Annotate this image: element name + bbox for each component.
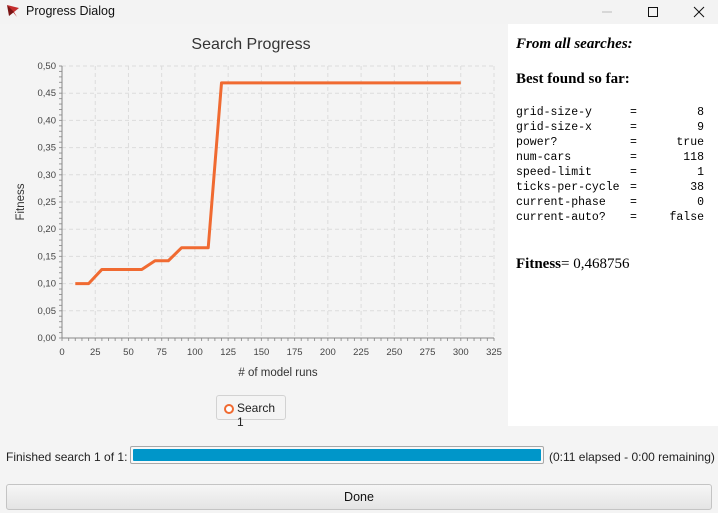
x-tick-label: 150 — [253, 347, 269, 358]
progress-fill — [133, 449, 541, 461]
parameter-list: grid-size-y = 8 grid-size-x = 9 power? = true num… — [516, 106, 704, 226]
close-icon — [693, 6, 705, 18]
done-button[interactable]: Done — [6, 484, 712, 510]
param-name: grid-size-x — [516, 121, 592, 134]
title-bar: Progress Dialog — [0, 0, 718, 24]
fitness-label: Fitness — [516, 256, 561, 272]
status-label: Finished search 1 of 1: — [6, 450, 128, 464]
param-row: ticks-per-cycle = 38 — [516, 181, 704, 196]
fitness-result: Fitness= 0,468756 — [516, 256, 629, 273]
param-equals: = — [630, 181, 637, 194]
param-equals: = — [630, 211, 637, 224]
param-value: false — [669, 211, 704, 224]
x-tick-label: 300 — [453, 347, 469, 358]
param-row: current-phase = 0 — [516, 196, 704, 211]
fitness-value: = 0,468756 — [561, 256, 630, 272]
param-row: power? = true — [516, 136, 704, 151]
param-row: grid-size-x = 9 — [516, 121, 704, 136]
param-value: 8 — [697, 106, 704, 119]
best-found-heading: Best found so far: — [516, 71, 630, 87]
window-title: Progress Dialog — [26, 4, 115, 18]
app-logo-icon — [7, 5, 19, 17]
param-row: grid-size-y = 8 — [516, 106, 704, 121]
y-tick-label: 0,40 — [38, 115, 57, 126]
param-equals: = — [630, 151, 637, 164]
param-row: speed-limit = 1 — [516, 166, 704, 181]
x-tick-label: 0 — [59, 347, 64, 358]
param-value: 9 — [697, 121, 704, 134]
minimize-icon — [602, 11, 612, 13]
x-tick-label: 75 — [156, 347, 167, 358]
param-equals: = — [630, 121, 637, 134]
y-tick-label: 0,50 — [38, 61, 57, 72]
legend-label: Search 1 — [237, 401, 276, 429]
results-heading: From all searches: — [516, 36, 633, 52]
param-equals: = — [630, 106, 637, 119]
x-tick-label: 325 — [486, 347, 502, 358]
param-name: power? — [516, 136, 558, 149]
results-panel: From all searches: Best found so far: gr… — [508, 24, 718, 426]
maximize-icon — [648, 7, 658, 17]
param-equals: = — [630, 136, 637, 149]
y-tick-label: 0,25 — [38, 197, 57, 208]
x-tick-label: 100 — [187, 347, 203, 358]
param-name: current-auto? — [516, 211, 606, 224]
y-tick-label: 0,35 — [38, 143, 57, 154]
elapsed-text: (0:11 elapsed - 0:00 remaining) — [549, 450, 715, 464]
legend-marker-icon — [224, 404, 234, 414]
param-value: 1 — [697, 166, 704, 179]
y-axis-label: Fitness — [15, 183, 27, 220]
param-value: true — [676, 136, 704, 149]
param-value: 38 — [690, 181, 704, 194]
x-tick-label: 175 — [287, 347, 303, 358]
progress-bar — [130, 446, 544, 464]
y-tick-label: 0,20 — [38, 224, 57, 235]
param-name: speed-limit — [516, 166, 592, 179]
y-tick-label: 0,00 — [38, 333, 57, 344]
param-value: 118 — [683, 151, 704, 164]
y-tick-label: 0,45 — [38, 88, 57, 99]
param-name: grid-size-y — [516, 106, 592, 119]
y-tick-label: 0,30 — [38, 170, 57, 181]
minimize-button[interactable] — [584, 0, 630, 24]
y-tick-label: 0,05 — [38, 306, 57, 317]
y-tick-label: 0,10 — [38, 279, 57, 290]
param-name: num-cars — [516, 151, 572, 164]
param-row: current-auto? = false — [516, 211, 704, 226]
param-equals: = — [630, 196, 637, 209]
maximize-button[interactable] — [630, 0, 676, 24]
x-tick-label: 225 — [353, 347, 369, 358]
x-tick-label: 50 — [123, 347, 134, 358]
chart-legend[interactable]: Search 1 — [216, 395, 286, 429]
param-name: ticks-per-cycle — [516, 181, 620, 194]
x-tick-label: 200 — [320, 347, 336, 358]
fitness-chart: 0 25 50 75 100 125 150 175 200 225 250 275 300 325 0,0… — [15, 61, 502, 379]
x-tick-label: 250 — [386, 347, 402, 358]
param-equals: = — [630, 166, 637, 179]
x-tick-label: 25 — [90, 347, 101, 358]
param-name: current-phase — [516, 196, 606, 209]
close-button[interactable] — [676, 0, 718, 24]
param-value: 0 — [697, 196, 704, 209]
x-tick-label: 125 — [220, 347, 236, 358]
x-axis-label: # of model runs — [238, 367, 318, 379]
x-tick-label: 275 — [420, 347, 436, 358]
param-row: num-cars = 118 — [516, 151, 704, 166]
y-tick-label: 0,15 — [38, 251, 57, 262]
